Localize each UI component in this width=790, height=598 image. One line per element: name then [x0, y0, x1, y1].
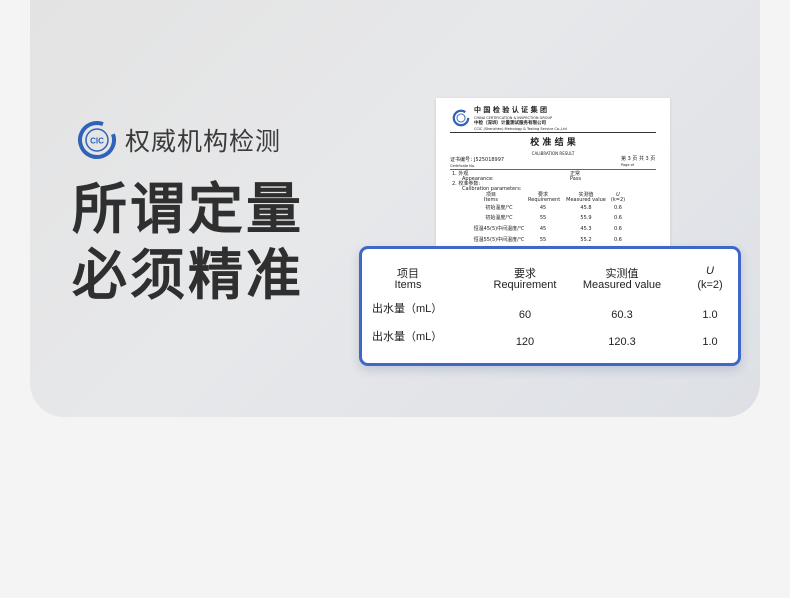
result-card: 项目 Items 要求 Requirement 实测值 Measured val… [359, 246, 741, 366]
headline-line-1: 所谓定量 [72, 177, 305, 241]
cert-row-measured: 55.9 [580, 215, 592, 221]
cert-divider-2 [450, 169, 656, 170]
cert-org-cn: 中 国 检 验 认 证 集 团 [474, 106, 548, 114]
cert-row-measured: 45.8 [580, 205, 592, 211]
cert-page-en: Page of [621, 163, 634, 167]
cert-sub-en: CCIC (Shenzhen) Metrology & Testing Serv… [474, 127, 567, 131]
cert-row-req: 55 [539, 237, 547, 243]
cert-row-req: 45 [539, 226, 547, 232]
cert-item1-value-en: Pass [570, 176, 582, 182]
card-row-req: 60 [518, 309, 532, 321]
brand-label: 权威机构检测 [125, 127, 282, 156]
cic-logo-icon: CIC [78, 121, 116, 159]
cert-row-item: 初始温度/℃ [485, 215, 513, 221]
cert-page-info: 第 3 页 共 3 页 [621, 156, 656, 162]
cert-sub-cn: 中检（深圳）计量测试服务有限公司 [474, 121, 546, 126]
cert-row-item: 初始温度/℃ [485, 205, 513, 211]
cert-col-u-en: (k=2) [610, 197, 626, 203]
cert-row-measured: 55.2 [580, 237, 592, 243]
card-row-u: 1.0 [702, 336, 718, 348]
cert-title-cn: 校 准 结 果 [530, 138, 576, 148]
card-row-u: 1.0 [702, 309, 718, 321]
cert-no-label: 证书编号： [450, 157, 476, 163]
card-header-k: (k=2) [697, 279, 723, 291]
certificate-logo-icon [452, 109, 470, 127]
cert-row-item: 恒温55(5)中间温度/℃ [473, 237, 525, 243]
cert-row-u: 0.6 [614, 237, 622, 243]
cert-row-req: 55 [539, 215, 547, 221]
card-header-req-en: Requirement [493, 279, 557, 291]
headline-line-2: 必须精准 [72, 243, 305, 307]
cert-col-measured-en: Measured value [566, 197, 606, 203]
card-row-item: 出水量（mL） [372, 303, 443, 315]
cert-row-req: 45 [539, 205, 547, 211]
card-row-item: 出水量（mL） [372, 331, 443, 343]
card-row-measured: 120.3 [608, 336, 636, 348]
brand: CIC 权威机构检测 [77, 120, 281, 160]
cert-col-req-en: Requirement [528, 197, 561, 203]
headline: 所谓定量 必须精准 [72, 176, 304, 308]
cert-no: J525018997 [474, 157, 505, 163]
cert-divider [450, 132, 656, 133]
cert-col-items-en: Items [484, 197, 498, 203]
cert-row-item: 恒温45(5)中间温度/℃ [473, 226, 525, 232]
card-header-measured-en: Measured value [582, 279, 662, 291]
cert-row-u: 0.6 [614, 205, 622, 211]
cert-row-measured: 45.3 [580, 226, 592, 232]
cert-org-en: CHINA CERTIFICATION & INSPECTION GROUP [474, 116, 553, 120]
card-header-u: U [706, 265, 714, 277]
logo-text: CIC [90, 137, 104, 146]
card-row-measured: 60.3 [611, 309, 633, 321]
cert-row-u: 0.6 [614, 226, 622, 232]
cert-row-u: 0.6 [614, 215, 622, 221]
card-header-items-en: Items [394, 279, 422, 291]
card-row-req: 120 [515, 336, 535, 348]
